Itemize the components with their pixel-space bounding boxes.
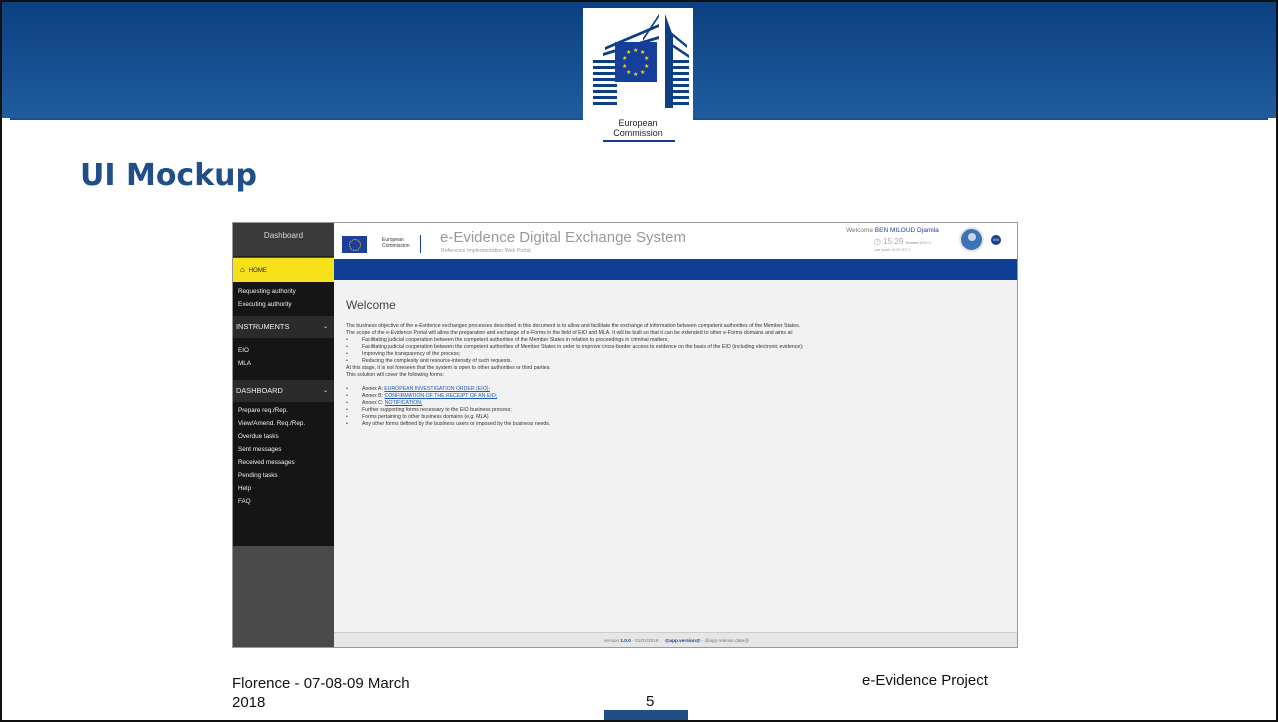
paragraph: The business objective of the e-Evidence… (346, 323, 801, 329)
clock-icon: ◷ (874, 237, 884, 246)
annex-a-link[interactable]: EUROPEAN INVESTIGATION ORDER (EIO); (384, 386, 490, 392)
version-prefix: version (603, 638, 621, 643)
sidebar-section-instruments[interactable]: INSTRUMENTS ⌄ (233, 316, 334, 338)
ec-logo-line2: Commission (613, 128, 663, 138)
sidebar-item-view-amend[interactable]: View/Amend. Req./Rep. (238, 420, 305, 427)
instruments-section-label: INSTRUMENTS (236, 322, 290, 331)
list-item: • Forms pertaining to other business doma… (346, 414, 489, 420)
sidebar-item-executing-authority[interactable]: Executing authority (238, 301, 292, 308)
sidebar-menu: Requesting authority Executing authority… (233, 282, 334, 546)
list-item: • Annex C: NOTIFICATION; (346, 400, 423, 406)
ec-header-wordmark: European Commission (382, 237, 410, 249)
annex-b-link[interactable]: CONFIRMATION OF THE RECEIPT OF AN EIO; (385, 393, 498, 399)
chevron-down-icon: ⌄ (322, 388, 328, 394)
user-name[interactable]: BEN MILOUD Djamila (875, 227, 939, 234)
ec-header-line2: Commission (382, 243, 410, 249)
annex-prefix: Annex A: (362, 386, 385, 392)
app-subtitle: Reference Implementation Web Portal (441, 248, 531, 254)
annex-prefix: Annex B: (362, 393, 385, 399)
ec-logo-line1: European (618, 118, 658, 128)
sidebar-item-home[interactable]: ⌂ HOME (233, 258, 334, 282)
list-item: • Any other forms defined by the business… (346, 421, 551, 427)
mockup-footer: version 1.0.0 - 01/01/2018 @app.version@… (334, 632, 1017, 647)
sidebar-item-pending[interactable]: Pending tasks (238, 472, 278, 479)
annex-prefix: Annex C: (362, 400, 385, 406)
svg-text:★: ★ (626, 69, 631, 76)
sidebar-item-mla[interactable]: MLA (238, 360, 251, 367)
sidebar-item-received[interactable]: Received messages (238, 459, 295, 466)
page-number: 5 (646, 693, 655, 710)
mockup-blue-navbar (334, 259, 1017, 280)
list-item: • Facilitating judicial cooperation betwe… (346, 337, 669, 343)
list-item-text: Reducing the complexity and resource-int… (362, 358, 512, 364)
slide-title: UI Mockup (80, 158, 257, 193)
list-item: • Facilitating judicial cooperation betwe… (346, 344, 804, 350)
footer-accent-bar (604, 710, 688, 722)
app-version: @app.version@ (664, 638, 701, 643)
mockup-content: Welcome The business objective of the e-… (334, 280, 1017, 632)
list-item-text: Improving the transparency of the proces… (362, 351, 461, 357)
sidebar-item-sent[interactable]: Sent messages (238, 446, 281, 453)
svg-text:★: ★ (633, 71, 638, 78)
svg-text:★: ★ (644, 55, 649, 62)
mockup-sidebar: Dashboard ⌂ HOME Requesting authority Exe… (233, 223, 334, 647)
clock: ◷ 15:29 Brussels UTC+1 (874, 237, 931, 246)
ec-logo-wordmark: European Commission (583, 118, 693, 138)
list-item-text: Facilitating judicial cooperation betwee… (362, 344, 804, 350)
svg-text:★: ★ (622, 55, 627, 62)
version-date: - 01/01/2018 (630, 638, 659, 643)
welcome-prefix: Welcome (846, 227, 873, 234)
list-item: • Annex B: CONFIRMATION OF THE RECEIPT OF… (346, 393, 498, 399)
sidebar-dashboard-title: Dashboard (233, 223, 334, 257)
sidebar-item-overdue[interactable]: Overdue tasks (238, 433, 279, 440)
sidebar-item-faq[interactable]: FAQ (238, 498, 251, 505)
header-separator (420, 235, 421, 253)
svg-text:★: ★ (640, 69, 645, 76)
svg-text:★: ★ (626, 49, 631, 56)
dashboard-section-label: DASHBOARD (236, 386, 283, 395)
clock-time: 15:29 (883, 237, 904, 246)
footer-location-date: Florence - 07-08-09 March 2018 (232, 675, 410, 711)
sidebar-item-help[interactable]: Help (238, 485, 251, 492)
welcome-user: Welcome BEN MILOUD Djamila (846, 227, 939, 234)
ec-logo-underline (603, 140, 675, 142)
last-update: Last update 16:29 UTC+1 (874, 248, 911, 252)
home-label: HOME (248, 268, 267, 274)
release-date: - @app.release.date@ (700, 638, 750, 643)
list-item: • Annex A: EUROPEAN INVESTIGATION ORDER (… (346, 386, 490, 392)
paragraph: At this stage, it is not foreseen that t… (346, 365, 551, 371)
sidebar-item-requesting-authority[interactable]: Requesting authority (238, 288, 296, 295)
version-number: 1.0.0 (620, 638, 631, 643)
svg-text:★: ★ (622, 63, 627, 70)
ec-building-icon: ★ ★★ ★★★ ★★★ ★ (593, 14, 689, 108)
paragraph: This solution will cover the following f… (346, 372, 445, 378)
list-item: • Further supporting forms necessary to t… (346, 407, 512, 413)
mockup-header: European Commission e-Evidence Digital E… (334, 223, 1017, 259)
european-commission-logo: ★ ★ ★ ★ ★ ★ ★ ★ ★ ★ European Commission (583, 8, 693, 146)
home-icon: ⌂ (240, 265, 245, 274)
sidebar-item-prepare[interactable]: Prepare req./Rep. (238, 407, 288, 414)
paragraph: The scope of the e-Evidence Portal will … (346, 330, 794, 336)
list-item-text: Any other forms defined by the business … (362, 421, 551, 427)
avatar[interactable] (959, 227, 984, 252)
ui-mockup-screenshot: Dashboard ⌂ HOME Requesting authority Exe… (232, 222, 1018, 648)
language-selector[interactable]: EN (991, 235, 1001, 245)
ec-flag-icon (342, 236, 367, 253)
annex-c-link[interactable]: NOTIFICATION; (385, 400, 423, 406)
list-item-text: Forms pertaining to other business domai… (362, 414, 489, 420)
list-item: • Improving the transparency of the proce… (346, 351, 461, 357)
app-title: e-Evidence Digital Exchange System (440, 229, 686, 246)
list-item-text: Facilitating judicial cooperation betwee… (362, 337, 669, 343)
clock-zone: Brussels UTC+1 (905, 241, 932, 245)
list-item: • Reducing the complexity and resource-in… (346, 358, 512, 364)
sidebar-item-eio[interactable]: EIO (238, 347, 249, 354)
sidebar-section-dashboard[interactable]: DASHBOARD ⌄ (233, 380, 334, 402)
content-heading: Welcome (346, 298, 396, 312)
list-item-text: Further supporting forms necessary to th… (362, 407, 512, 413)
footer-project-name: e-Evidence Project (862, 672, 988, 689)
svg-text:★: ★ (633, 47, 638, 54)
chevron-down-icon: ⌄ (322, 324, 328, 330)
